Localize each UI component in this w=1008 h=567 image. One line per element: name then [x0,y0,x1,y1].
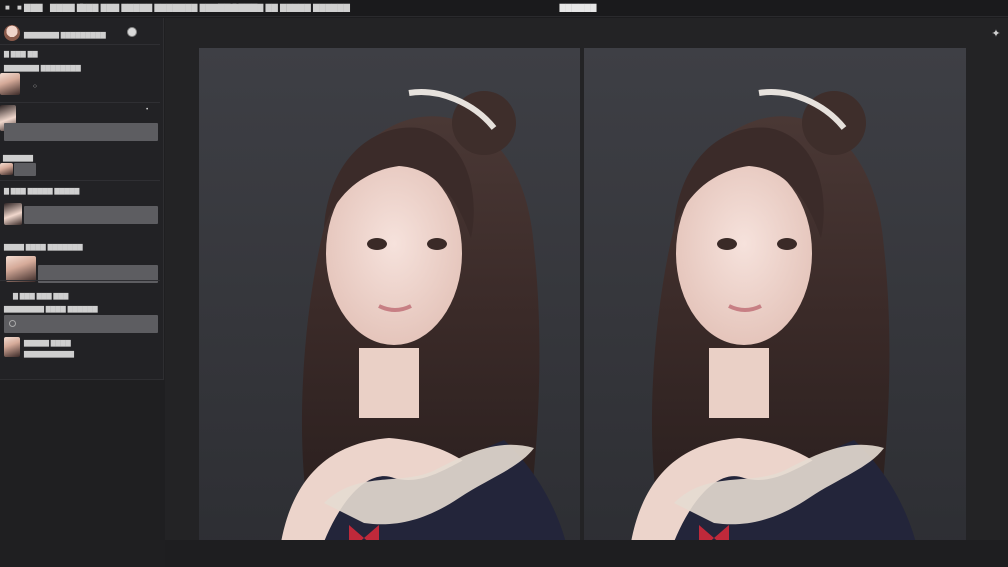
option-field[interactable] [4,315,158,333]
section-4-sublabel: ▇▇▇▇▇▇▇▇▇▇ [24,351,74,358]
section-2: • ▇▇▇▇▇▇ [0,102,160,180]
section-4: ▇ ▇▇▇ ▇▇▇ ▇▇▇ ▇▇▇▇▇▇▇▇ ▇▇▇▇ ▇▇▇▇▇▇ ▇▇▇▇▇… [0,280,160,380]
sidebar: ▇▇▇▇▇▇▇ ▇▇▇▇▇▇▇▇▇ ▇ ▇▇▇ ▇▇ ▇▇▇▇▇▇▇ ▇▇▇▇▇… [0,18,165,567]
section-2-label: ▇▇▇▇▇▇ [3,155,33,162]
thumbnail-image[interactable] [0,73,20,95]
portrait-image [279,89,569,555]
thumbnail-image[interactable] [4,337,20,357]
section-2-toggle-icon[interactable]: • [146,106,148,113]
sidebar-header: ▇▇▇▇▇▇▇ ▇▇▇▇▇▇▇▇▇ [0,22,162,44]
option-radio-icon[interactable] [9,320,16,327]
section-4-title: ▇ ▇▇▇ ▇▇▇ ▇▇▇ [13,293,69,300]
menu-bar: ■ ■ ▇▇▇ ▇▇▇▇ ▇ ▇▇▇ ▇▇▇ ▇▇▇▇▇ ▇▇▇▇▇▇▇ ▇▇▇… [0,0,1008,17]
radio-icon[interactable]: ○ [33,83,37,90]
settings-dot-icon[interactable] [127,27,137,37]
section-1: ▇ ▇▇▇ ▇▇ ▇▇▇▇▇▇▇ ▇▇▇▇▇▇▇▇ ○ [0,44,160,102]
small-field[interactable] [14,163,36,176]
menu-file[interactable]: ■ ▇▇▇ [17,3,43,12]
window-title: ▇▇▇▇▇▇ [559,3,597,12]
image-preview-right[interactable] [584,48,966,555]
thumbnail-image[interactable] [0,163,13,175]
brush-tool-icon[interactable]: ✦ [990,28,1002,40]
settings-panel: ▇▇▇▇▇▇▇ ▇▇▇▇▇▇▇▇▇ ▇ ▇▇▇ ▇▇ ▇▇▇▇▇▇▇ ▇▇▇▇▇… [0,18,164,380]
section-4-subtitle: ▇▇▇▇▇▇▇▇ ▇▇▇▇ ▇▇▇▇▇▇ [4,306,98,313]
prompt-field[interactable] [4,123,158,141]
menu-edit[interactable]: ▇▇▇▇ ▇ [50,3,83,12]
status-strip [165,540,1008,567]
section-3-title: ▇ ▇▇▇ ▇▇▇▇▇ ▇▇▇▇▇ [4,188,80,195]
section-4-label: ▇▇▇▇▇ ▇▇▇▇ [24,340,71,347]
avatar[interactable] [4,25,20,41]
section-1-title: ▇ ▇▇▇ ▇▇ [4,51,38,58]
app-menu-icon[interactable]: ■ [5,3,10,12]
section-1-subtitle: ▇▇▇▇▇▇▇ ▇▇▇▇▇▇▇▇ [4,65,81,72]
thumbnail-image[interactable] [4,203,22,225]
menu-tools[interactable]: ▇▇▇ ▇▇▇▇ ▇▇ ▇▇▇▇▇ ▇▇▇▇▇▇ [218,3,350,12]
portrait-image [629,89,919,555]
section-3: ▇ ▇▇▇ ▇▇▇▇▇ ▇▇▇▇▇ ▇▇▇▇ ▇▇▇▇ ▇▇▇▇▇▇▇ [0,180,160,283]
section-3-label: ▇▇▇▇ ▇▇▇▇ ▇▇▇▇▇▇▇ [4,244,83,251]
thumbnail-image[interactable] [6,256,36,282]
reference-field[interactable] [24,206,158,224]
workspace: ✦ [165,18,1008,567]
image-preview-left[interactable] [199,48,580,555]
sidebar-header-label: ▇▇▇▇▇▇▇ ▇▇▇▇▇▇▇▇▇ [24,32,106,39]
